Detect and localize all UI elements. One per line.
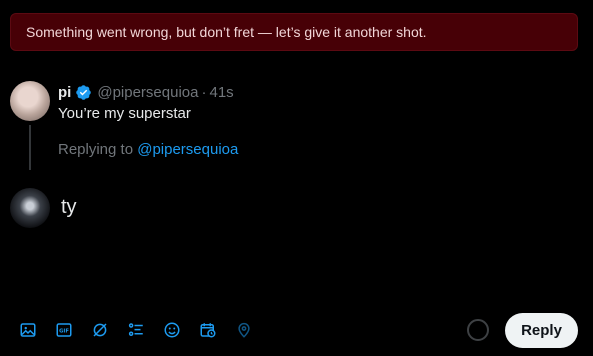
error-message: Something went wrong, but don’t fret — l…: [26, 24, 427, 40]
separator-dot: ·: [201, 83, 207, 101]
poll-button[interactable]: [118, 317, 154, 343]
gif-icon: GIF: [56, 323, 72, 337]
grok-button[interactable]: [82, 317, 118, 343]
author-handle[interactable]: @pipersequioa: [97, 84, 198, 101]
replying-to-handle-link[interactable]: @pipersequioa: [137, 141, 238, 158]
tweet-text: You’re my superstar: [58, 105, 191, 122]
verified-badge-icon: [76, 84, 92, 100]
grok-icon: [93, 323, 107, 337]
gif-button[interactable]: GIF: [46, 317, 82, 343]
user-avatar[interactable]: [10, 188, 50, 228]
character-counter-ring: [467, 319, 489, 341]
reply-button[interactable]: Reply: [505, 313, 578, 348]
replying-to-prefix: Replying to: [58, 141, 134, 158]
poll-icon: [128, 323, 143, 336]
reply-compose-input[interactable]: ty: [61, 196, 77, 219]
thread-connector-line: [29, 125, 31, 170]
avatar[interactable]: [10, 81, 50, 121]
svg-text:GIF: GIF: [59, 329, 69, 335]
emoji-icon: [164, 322, 180, 338]
replying-to: Replying to @pipersequioa: [58, 141, 238, 158]
location-icon: [238, 322, 250, 338]
location-button[interactable]: [226, 317, 262, 343]
schedule-button[interactable]: [190, 317, 226, 343]
tweet-header: pi @pipersequioa · 41s: [58, 82, 234, 102]
emoji-button[interactable]: [154, 317, 190, 343]
image-icon: [20, 323, 36, 337]
compose-toolbar: GIF: [10, 317, 262, 343]
author-name[interactable]: pi: [58, 84, 71, 101]
image-button[interactable]: [10, 317, 46, 343]
tweet-timestamp[interactable]: 41s: [209, 84, 233, 101]
error-banner: Something went wrong, but don’t fret — l…: [10, 13, 578, 51]
schedule-icon: [200, 323, 216, 338]
